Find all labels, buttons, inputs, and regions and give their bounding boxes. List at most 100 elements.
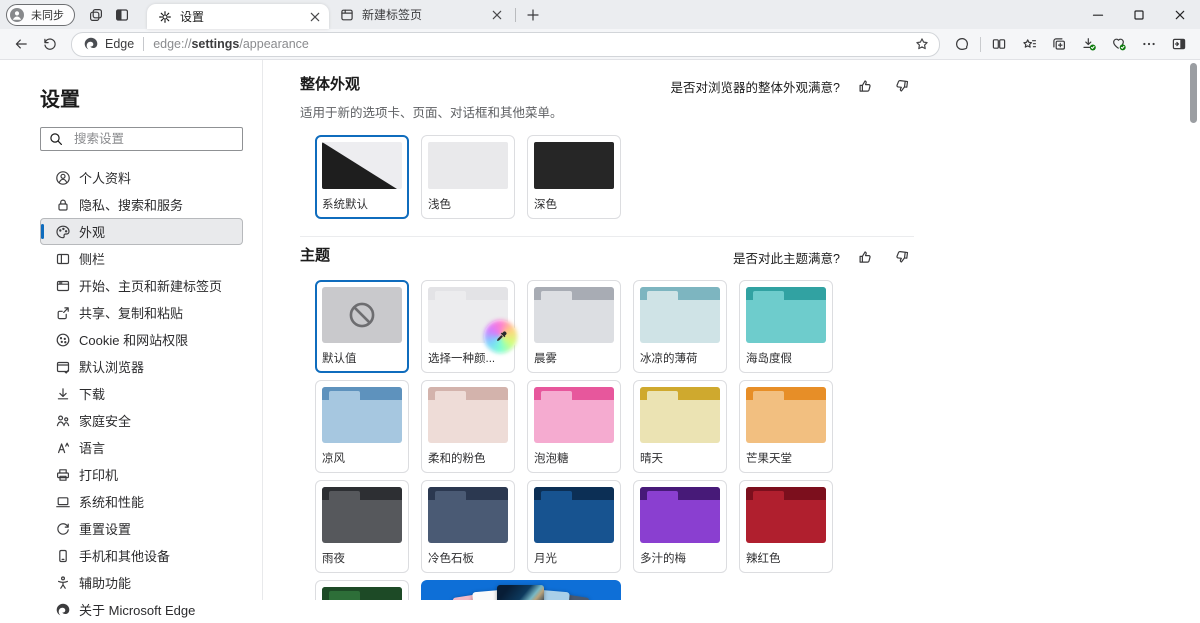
sidebar-item-label: 下载 [79, 384, 105, 403]
theme-card-晴天[interactable]: 晴天 [633, 380, 727, 473]
thumbs-down-button[interactable] [890, 76, 914, 96]
share-icon [55, 305, 71, 321]
appearance-option-系统默认[interactable]: 系统默认 [315, 135, 409, 219]
sidebar-item-共享、复制和粘贴[interactable]: 共享、复制和粘贴 [40, 299, 243, 326]
theme-card-冰凉的薄荷[interactable]: 冰凉的薄荷 [633, 280, 727, 373]
collections-button[interactable] [1044, 32, 1074, 57]
sidebar-item-开始、主页和新建标签页[interactable]: 开始、主页和新建标签页 [40, 272, 243, 299]
theme-card-冷色石板[interactable]: 冷色石板 [421, 480, 515, 573]
workspaces-button[interactable] [83, 4, 109, 25]
sidebar-item-家庭安全[interactable]: 家庭安全 [40, 407, 243, 434]
theme-card-默认值[interactable]: 默认值 [315, 280, 409, 373]
thumb-up-icon [857, 249, 873, 265]
appearance-feedback: 是否对浏览器的整体外观满意? [671, 76, 914, 96]
family-icon [55, 413, 71, 429]
tab-settings[interactable]: 设置 [147, 4, 329, 29]
theme-card-月光[interactable]: 月光 [527, 480, 621, 573]
profile-button[interactable]: 未同步 [6, 4, 75, 26]
sidebar-item-下载[interactable]: 下载 [40, 380, 243, 407]
thumbs-down-button[interactable] [890, 247, 914, 267]
page-title: 设置 [40, 83, 262, 112]
downloads-button[interactable] [1074, 32, 1104, 57]
refresh-button[interactable] [35, 32, 64, 57]
favorites-button[interactable] [1014, 32, 1044, 57]
appearance-option-深色[interactable]: 深色 [527, 135, 621, 219]
person-icon [55, 170, 71, 186]
settings-search-box[interactable] [40, 127, 243, 151]
card-label: 柔和的粉色 [428, 450, 508, 466]
scrollbar-thumb[interactable] [1190, 63, 1197, 123]
split-screen-button[interactable] [984, 32, 1014, 57]
card-label: 辣红色 [746, 550, 826, 566]
sidebar-item-关于 Microsoft Edge[interactable]: 关于 Microsoft Edge [40, 596, 243, 623]
window-controls [1077, 0, 1200, 29]
theme-card-雨夜[interactable]: 雨夜 [315, 480, 409, 573]
navigation-toolbar: Edge edge://settings/appearance [0, 29, 1200, 60]
sidebar-item-辅助功能[interactable]: 辅助功能 [40, 569, 243, 596]
minimize-button[interactable] [1077, 0, 1118, 29]
tab-close-button[interactable] [306, 8, 323, 25]
theme-card-柔和的粉色[interactable]: 柔和的粉色 [421, 380, 515, 473]
close-button[interactable] [1159, 0, 1200, 29]
theme-card-晨雾[interactable]: 晨雾 [527, 280, 621, 373]
cookie-icon [55, 332, 71, 348]
more-button[interactable] [1134, 32, 1164, 57]
theme-card-凉风[interactable]: 凉风 [315, 380, 409, 473]
sidebar-item-个人资料[interactable]: 个人资料 [40, 164, 243, 191]
sidebar-item-label: 默认浏览器 [79, 357, 144, 376]
edge-logo-icon [83, 36, 99, 52]
thumbs-up-button[interactable] [853, 76, 877, 96]
maximize-icon [1131, 7, 1147, 23]
sidebar-item-语言[interactable]: 语言 [40, 434, 243, 461]
theme-card-unnamed[interactable] [315, 580, 409, 600]
edge-logo-icon [55, 602, 71, 618]
sidebar-item-外观[interactable]: 外观 [40, 218, 243, 245]
favorite-star-button[interactable] [909, 34, 935, 55]
back-button[interactable] [6, 32, 35, 57]
color-picker-badge[interactable] [487, 323, 514, 350]
section-title: 主题 [300, 246, 330, 266]
sidebar-item-系统和性能[interactable]: 系统和性能 [40, 488, 243, 515]
theme-card-芒果天堂[interactable]: 芒果天堂 [739, 380, 833, 473]
sidebar-item-隐私、搜索和服务[interactable]: 隐私、搜索和服务 [40, 191, 243, 218]
theme-card-多汁的梅[interactable]: 多汁的梅 [633, 480, 727, 573]
theme-card-辣红色[interactable]: 辣红色 [739, 480, 833, 573]
theme-card-选择一种颜...[interactable]: 选择一种颜... [421, 280, 515, 373]
thumbs-up-button[interactable] [853, 247, 877, 267]
sidebar-item-重置设置[interactable]: 重置设置 [40, 515, 243, 542]
search-input[interactable] [72, 131, 235, 147]
theme-card-海岛度假[interactable]: 海岛度假 [739, 280, 833, 373]
sidebar-item-手机和其他设备[interactable]: 手机和其他设备 [40, 542, 243, 569]
sidebar-item-Cookie 和网站权限[interactable]: Cookie 和网站权限 [40, 326, 243, 353]
page-scrollbar[interactable] [1189, 60, 1198, 600]
thumb-up-icon [857, 78, 873, 94]
theme-swatch [428, 487, 508, 543]
sidebar-item-label: 语言 [79, 438, 105, 457]
maximize-button[interactable] [1118, 0, 1159, 29]
theme-card-泡泡糖[interactable]: 泡泡糖 [527, 380, 621, 473]
sidebar-toggle-button[interactable] [1164, 32, 1194, 57]
vertical-tabs-button[interactable] [109, 4, 135, 25]
tab-close-button[interactable] [488, 6, 505, 23]
new-tab-button[interactable] [520, 4, 545, 25]
copilot-button[interactable] [947, 32, 977, 57]
sidebar-item-label: 辅助功能 [79, 573, 131, 592]
browser-essentials-button[interactable] [1104, 32, 1134, 57]
sidebar-item-打印机[interactable]: 打印机 [40, 461, 243, 488]
tab-new-tab-page[interactable]: 新建标签页 [329, 0, 511, 29]
address-bar[interactable]: Edge edge://settings/appearance [71, 32, 940, 57]
appearance-option-浅色[interactable]: 浅色 [421, 135, 515, 219]
sidebar-item-label: 共享、复制和粘贴 [79, 303, 183, 322]
theme-gallery-banner[interactable] [421, 580, 621, 600]
sidebar-item-默认浏览器[interactable]: 默认浏览器 [40, 353, 243, 380]
search-icon [48, 131, 64, 147]
laptop-icon [55, 494, 71, 510]
sidebar-item-label: Cookie 和网站权限 [79, 330, 188, 349]
browser-essentials-icon [1111, 36, 1127, 52]
plus-icon [525, 7, 541, 23]
copilot-icon [954, 36, 970, 52]
tab-divider [515, 8, 516, 22]
sidebar-item-侧栏[interactable]: 侧栏 [40, 245, 243, 272]
url-text: edge://settings/appearance [153, 37, 309, 51]
toolbar-actions [947, 32, 1194, 57]
